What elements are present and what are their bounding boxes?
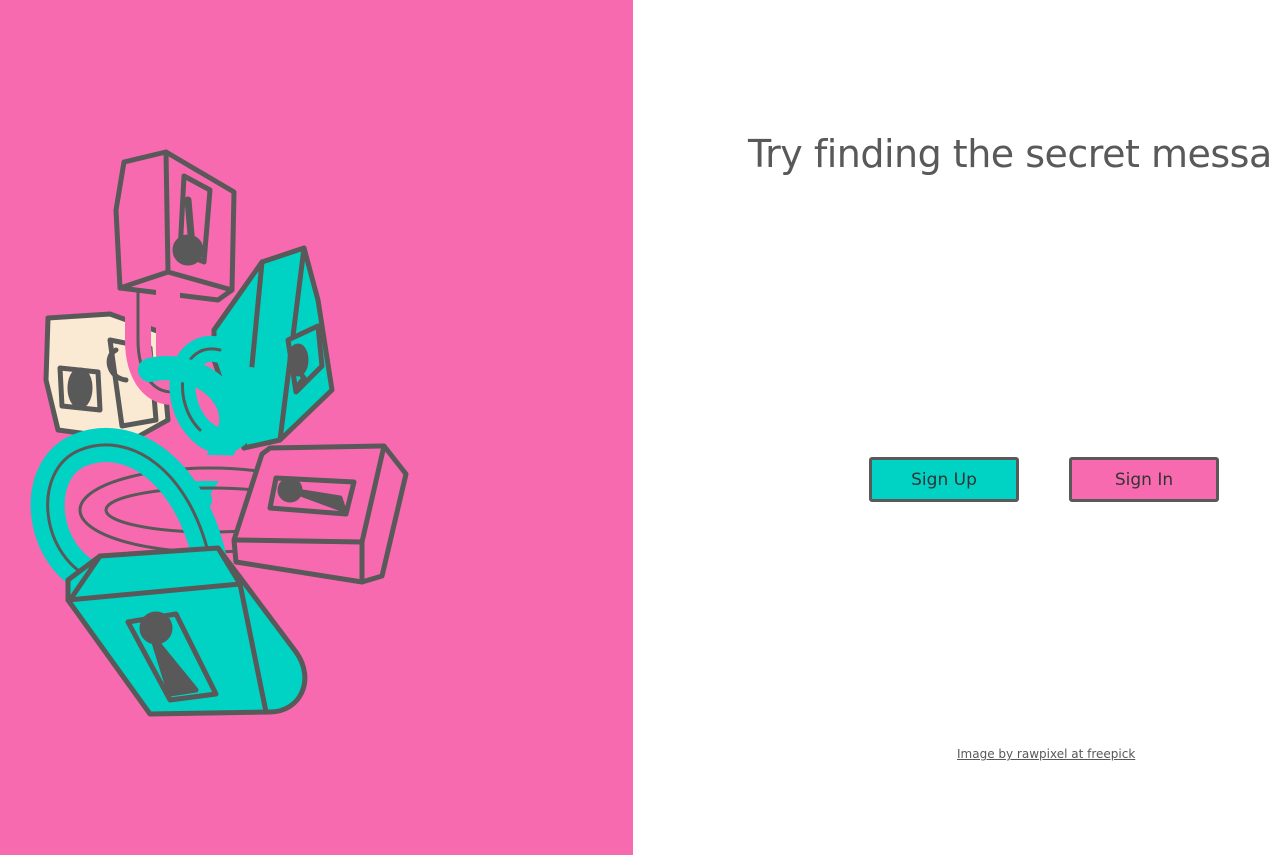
sign-up-button[interactable]: Sign Up xyxy=(869,457,1019,502)
content-panel: Try finding the secret messa Sign Up Sig… xyxy=(633,0,1283,855)
teal-padlock-bottom xyxy=(65,545,308,717)
padlocks-illustration xyxy=(30,149,409,717)
landing-page: Try finding the secret messa Sign Up Sig… xyxy=(0,0,1283,855)
illustration-panel xyxy=(0,0,633,855)
image-credit-link[interactable]: Image by rawpixel at freepick xyxy=(957,747,1135,761)
pink-padlock-middle xyxy=(231,443,409,585)
page-title: Try finding the secret messa xyxy=(748,132,1272,176)
sign-in-button[interactable]: Sign In xyxy=(1069,457,1219,502)
